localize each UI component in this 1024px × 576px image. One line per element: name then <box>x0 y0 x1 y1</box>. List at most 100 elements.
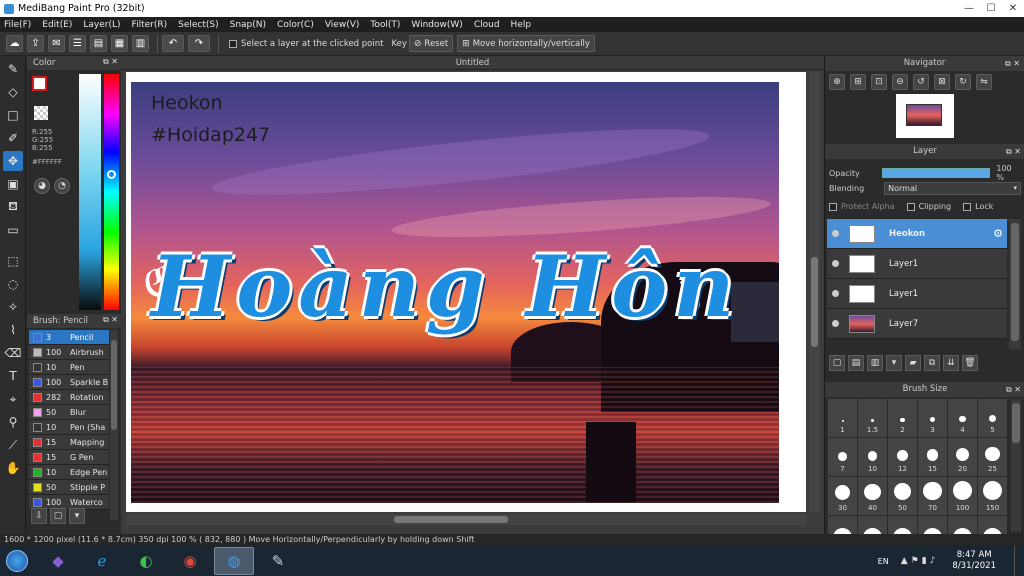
merge-layer-icon[interactable]: ⇊ <box>943 355 959 371</box>
hand-tool-icon[interactable]: ✋ <box>3 458 23 478</box>
reset-view-icon[interactable]: ⊠ <box>934 74 950 90</box>
magic-wand-tool-icon[interactable]: ✧ <box>3 297 23 317</box>
new-brush-icon[interactable]: ▢ <box>50 508 66 524</box>
brush-row[interactable]: 3 Pencil <box>29 330 109 345</box>
panel-close-icon[interactable]: ⧉ ✕ <box>1006 144 1021 159</box>
menu-file[interactable]: File(F) <box>4 20 31 30</box>
scrollbar-thumb[interactable] <box>1012 403 1020 443</box>
new-8bit-layer-icon[interactable]: ▥ <box>867 355 883 371</box>
visibility-icon[interactable] <box>832 320 839 327</box>
brush-size-cell[interactable]: 2 <box>888 399 917 437</box>
close-button[interactable]: ✕ <box>1002 0 1024 17</box>
visibility-icon[interactable] <box>832 290 839 297</box>
palette-settings-icon[interactable]: ◔ <box>54 178 70 194</box>
visibility-icon[interactable] <box>832 230 839 237</box>
rotate-right-icon[interactable]: ↻ <box>955 74 971 90</box>
scrollbar-thumb[interactable] <box>394 516 508 523</box>
menu-window[interactable]: Window(W) <box>411 20 462 30</box>
clipping-option[interactable]: Clipping <box>906 202 951 211</box>
comment-icon[interactable]: ✉ <box>48 35 65 52</box>
brush-row[interactable]: 100 Airbrush <box>29 345 109 360</box>
brush-size-cell[interactable]: 50 <box>888 477 917 515</box>
eyedropper-tool-icon[interactable]: ⚲ <box>3 412 23 432</box>
menu-edit[interactable]: Edit(E) <box>42 20 72 30</box>
brush-row[interactable]: 15 Mapping <box>29 435 109 450</box>
eraser-tool-icon[interactable]: ◇ <box>3 82 23 102</box>
protect-alpha-checkbox[interactable] <box>829 202 837 211</box>
start-button[interactable] <box>0 546 34 576</box>
brush-size-cell[interactable]: 70 <box>918 477 947 515</box>
layer-row[interactable]: Layer7 <box>827 309 1007 339</box>
reset-button[interactable]: ⊘ Reset <box>408 35 454 52</box>
brush-size-cell[interactable]: 1.5 <box>858 399 887 437</box>
canvas-horizontal-scrollbar[interactable] <box>126 514 806 525</box>
brush-size-cell[interactable]: 25 <box>978 438 1007 476</box>
protect-alpha-option[interactable]: Protect Alpha <box>829 202 895 211</box>
brush-row[interactable]: 50 Blur <box>29 405 109 420</box>
new-layer-icon[interactable]: ▢ <box>829 355 845 371</box>
text-tool-icon[interactable]: T <box>3 366 23 386</box>
redo-icon[interactable]: ↷ <box>188 35 210 52</box>
brush-size-cell[interactable]: 5 <box>978 399 1007 437</box>
move-hv-button[interactable]: ⊞ Move horizontally/vertically <box>457 35 595 52</box>
clock[interactable]: 8:47 AM 8/31/2021 <box>952 550 996 572</box>
delete-layer-icon[interactable]: 🗑 <box>962 355 978 371</box>
rotate-left-icon[interactable]: ↺ <box>913 74 929 90</box>
canvas-vertical-scrollbar[interactable] <box>809 72 820 512</box>
divide-tool-icon[interactable]: ⟋ <box>3 435 23 455</box>
undo-icon[interactable]: ↶ <box>162 35 184 52</box>
menu-cloud[interactable]: Cloud <box>474 20 500 30</box>
foreground-color-swatch[interactable] <box>32 76 47 91</box>
fg-bg-swatch[interactable] <box>32 76 54 98</box>
palette-icon[interactable]: ◕ <box>34 178 50 194</box>
brush-size-cell[interactable]: 30 <box>828 477 857 515</box>
canvas-page[interactable]: Heokon #Hoidap247 ℭ ℨ Hoàng Hôn <box>126 72 806 512</box>
layer-row[interactable]: Layer1 <box>827 279 1007 309</box>
select-eraser-tool-icon[interactable]: ⌫ <box>3 343 23 363</box>
visual-studio-icon[interactable]: ◆ <box>38 547 78 575</box>
chat-icon[interactable]: ☰ <box>69 35 86 52</box>
show-desktop-button[interactable] <box>1014 546 1024 576</box>
grid-icon[interactable]: ▦ <box>111 35 128 52</box>
hue-slider[interactable] <box>104 74 119 310</box>
internet-explorer-icon[interactable]: ℯ <box>82 547 122 575</box>
brush-row[interactable]: 10 Pen (Sha <box>29 420 109 435</box>
hue-handle[interactable] <box>107 170 116 179</box>
brush-size-cell[interactable]: 20 <box>948 438 977 476</box>
document-tab[interactable]: Untitled <box>121 56 824 70</box>
bucket-tool-icon[interactable]: ⛾ <box>3 197 23 217</box>
panel-close-icon[interactable]: ⧉ ✕ <box>1006 382 1021 397</box>
brush-size-cell[interactable]: 15 <box>918 438 947 476</box>
gradient-tool-icon[interactable]: ▭ <box>3 220 23 240</box>
document-icon[interactable]: ▤ <box>90 35 107 52</box>
zoom-out-icon[interactable]: ⊖ <box>892 74 908 90</box>
select-pen-tool-icon[interactable]: ⌇ <box>3 320 23 340</box>
menu-help[interactable]: Help <box>511 20 532 30</box>
flip-icon[interactable]: ⇋ <box>976 74 992 90</box>
brush-size-cell[interactable]: 3 <box>918 399 947 437</box>
brush-size-cell[interactable]: 100 <box>948 477 977 515</box>
opacity-slider[interactable] <box>881 168 991 178</box>
brush-size-cell[interactable]: 4 <box>948 399 977 437</box>
brush-row[interactable]: 282 Rotation <box>29 390 109 405</box>
new-halftone-layer-icon[interactable]: ▤ <box>848 355 864 371</box>
select-layer-checkbox[interactable] <box>229 39 237 48</box>
scrollbar-thumb[interactable] <box>1011 223 1019 341</box>
layer-list-scrollbar[interactable] <box>1009 219 1021 349</box>
coccoc-browser-icon[interactable]: ◐ <box>126 547 166 575</box>
brush-row[interactable]: 10 Pen <box>29 360 109 375</box>
lock-checkbox[interactable] <box>963 202 972 211</box>
menu-select[interactable]: Select(S) <box>178 20 219 30</box>
select-rect-tool-icon[interactable]: ⬚ <box>3 251 23 271</box>
brush-tool-icon[interactable]: ✎ <box>3 59 23 79</box>
operation-tool-icon[interactable]: ⌖ <box>3 389 23 409</box>
folder-icon[interactable]: ▰ <box>905 355 921 371</box>
pen-tool-icon[interactable]: ✐ <box>3 128 23 148</box>
minimize-button[interactable]: — <box>958 0 980 17</box>
menu-color[interactable]: Color(C) <box>277 20 314 30</box>
menu-view[interactable]: View(V) <box>325 20 360 30</box>
paint-app-icon[interactable]: ✎ <box>258 547 298 575</box>
menu-snap[interactable]: Snap(N) <box>230 20 266 30</box>
chrome-icon[interactable]: ◉ <box>170 547 210 575</box>
brush-size-cell[interactable]: 1 <box>828 399 857 437</box>
